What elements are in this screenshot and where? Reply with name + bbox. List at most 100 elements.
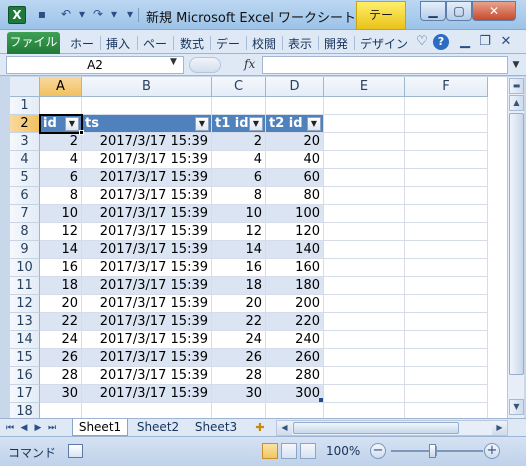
zoom-slider-track[interactable] — [391, 450, 483, 452]
table-cell[interactable]: 80 — [266, 187, 324, 205]
undo-icon[interactable]: ↶ — [58, 6, 74, 22]
row-header-14[interactable]: 14 — [10, 331, 40, 349]
workbook-close-icon[interactable]: ✕ — [498, 34, 514, 50]
cell-e8[interactable] — [324, 223, 405, 241]
cell-b18[interactable] — [82, 403, 212, 418]
formula-input[interactable] — [262, 56, 508, 74]
table-cell[interactable]: 28 — [40, 367, 82, 385]
cell-e14[interactable] — [324, 331, 405, 349]
row-header-12[interactable]: 12 — [10, 295, 40, 313]
cell-e9[interactable] — [324, 241, 405, 259]
scroll-up-arrow-icon[interactable]: ▲ — [509, 95, 524, 111]
page-layout-view-button[interactable] — [281, 443, 297, 459]
table-cell[interactable]: 22 — [40, 313, 82, 331]
tab-review[interactable]: 校閲 — [252, 35, 276, 52]
table-cell[interactable]: 100 — [266, 205, 324, 223]
redo-dropdown-icon[interactable]: ▾ — [106, 6, 122, 22]
table-cell[interactable]: 30 — [40, 385, 82, 403]
worksheet-grid[interactable]: A B C D E F 1 2 id ▼ ts ▼ t1 id ▼ t2 id ▼ 3 2 2017/3/17 15… — [10, 77, 507, 418]
table-cell[interactable]: 20 — [212, 295, 266, 313]
row-header-15[interactable]: 15 — [10, 349, 40, 367]
select-all-corner[interactable] — [10, 77, 40, 97]
tab-file[interactable]: ファイル — [7, 32, 60, 54]
tab-insert[interactable]: 挿入 — [106, 35, 130, 52]
table-cell[interactable]: 220 — [266, 313, 324, 331]
column-header-d[interactable]: D — [266, 77, 324, 97]
table-cell[interactable]: 240 — [266, 331, 324, 349]
tab-developer[interactable]: 開発 — [324, 35, 348, 52]
table-cell[interactable]: 6 — [40, 169, 82, 187]
page-break-view-button[interactable] — [300, 443, 316, 459]
table-cell[interactable]: 2017/3/17 15:39 — [82, 349, 212, 367]
next-sheet-icon[interactable]: ▶ — [32, 421, 44, 435]
table-cell[interactable]: 2017/3/17 15:39 — [82, 295, 212, 313]
cell-f9[interactable] — [405, 241, 488, 259]
column-header-f[interactable]: F — [405, 77, 488, 97]
table-cell[interactable]: 26 — [40, 349, 82, 367]
cell-f12[interactable] — [405, 295, 488, 313]
table-cell[interactable]: 24 — [212, 331, 266, 349]
sheet-tab-sheet3[interactable]: Sheet3 — [188, 419, 244, 436]
table-resize-handle[interactable] — [319, 398, 323, 402]
table-cell[interactable]: 16 — [212, 259, 266, 277]
cell-f8[interactable] — [405, 223, 488, 241]
cell-f18[interactable] — [405, 403, 488, 418]
horizontal-scroll-thumb[interactable] — [293, 422, 459, 434]
table-cell[interactable]: 2017/3/17 15:39 — [82, 259, 212, 277]
tab-data[interactable]: デー — [216, 35, 240, 52]
first-sheet-icon[interactable]: ⏮ — [4, 421, 16, 435]
table-cell[interactable]: 2017/3/17 15:39 — [82, 223, 212, 241]
filter-dropdown-icon[interactable]: ▼ — [249, 117, 263, 131]
column-header-a[interactable]: A — [40, 77, 82, 97]
table-cell[interactable]: 2017/3/17 15:39 — [82, 367, 212, 385]
table-header-cell[interactable]: t1 id ▼ — [212, 115, 266, 133]
table-cell[interactable]: 18 — [212, 277, 266, 295]
zoom-in-button[interactable]: + — [484, 443, 500, 459]
table-cell[interactable]: 18 — [40, 277, 82, 295]
row-header-7[interactable]: 7 — [10, 205, 40, 223]
table-tools-context-tab[interactable]: テー — [356, 1, 406, 30]
expand-formula-bar-icon[interactable]: ▼ — [509, 57, 523, 73]
cell-a18[interactable] — [40, 403, 82, 418]
table-cell[interactable]: 40 — [266, 151, 324, 169]
table-cell[interactable]: 4 — [212, 151, 266, 169]
cell-e16[interactable] — [324, 367, 405, 385]
table-cell[interactable]: 10 — [212, 205, 266, 223]
undo-dropdown-icon[interactable]: ▾ — [74, 6, 90, 22]
row-header-13[interactable]: 13 — [10, 313, 40, 331]
table-cell[interactable]: 2017/3/17 15:39 — [82, 169, 212, 187]
name-box[interactable]: A2 — [6, 56, 184, 74]
excel-app-icon[interactable]: X — [8, 6, 26, 24]
cell-e2[interactable] — [324, 115, 405, 133]
table-cell[interactable]: 2 — [40, 133, 82, 151]
sheet-tab-sheet2[interactable]: Sheet2 — [130, 419, 186, 436]
filter-dropdown-icon[interactable]: ▼ — [195, 117, 209, 131]
table-cell[interactable]: 2 — [212, 133, 266, 151]
cell-e6[interactable] — [324, 187, 405, 205]
table-cell[interactable]: 28 — [212, 367, 266, 385]
table-cell[interactable]: 2017/3/17 15:39 — [82, 133, 212, 151]
cell-f10[interactable] — [405, 259, 488, 277]
sheet-tab-sheet1[interactable]: Sheet1 — [72, 419, 128, 436]
cell-f11[interactable] — [405, 277, 488, 295]
zoom-out-button[interactable]: − — [370, 443, 386, 459]
minimize-button[interactable]: ▁ — [420, 1, 446, 21]
tab-page-layout[interactable]: ペー — [143, 35, 167, 52]
table-cell[interactable]: 140 — [266, 241, 324, 259]
name-box-dropdown-icon[interactable]: ▼ — [170, 57, 177, 67]
row-header-9[interactable]: 9 — [10, 241, 40, 259]
table-header-cell[interactable]: id ▼ — [40, 115, 82, 133]
cell-e7[interactable] — [324, 205, 405, 223]
table-cell[interactable]: 120 — [266, 223, 324, 241]
table-cell[interactable]: 280 — [266, 367, 324, 385]
table-cell[interactable]: 26 — [212, 349, 266, 367]
fill-handle[interactable] — [79, 130, 84, 135]
cell-e1[interactable] — [324, 97, 405, 115]
row-header-10[interactable]: 10 — [10, 259, 40, 277]
table-cell[interactable]: 14 — [212, 241, 266, 259]
cell-d1[interactable] — [266, 97, 324, 115]
filter-dropdown-icon[interactable]: ▼ — [307, 117, 321, 131]
cell-f17[interactable] — [405, 385, 488, 403]
row-header-11[interactable]: 11 — [10, 277, 40, 295]
customize-qat-icon[interactable]: ▾ — [122, 6, 138, 22]
